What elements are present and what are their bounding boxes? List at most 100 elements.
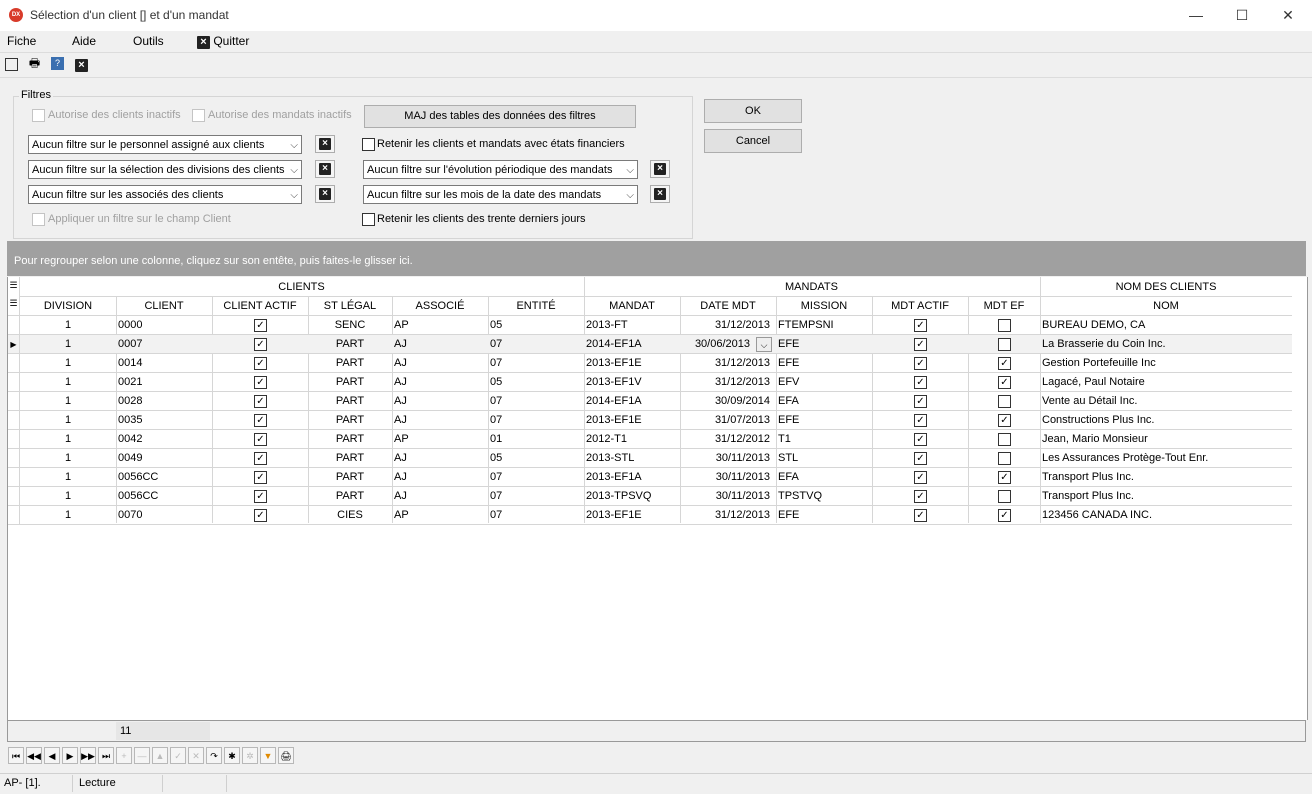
cell-division[interactable]: 1: [22, 392, 114, 411]
client-actif-checkbox[interactable]: ✓: [254, 452, 267, 465]
cell-client[interactable]: 0042: [118, 430, 210, 449]
clear-month-filter-button[interactable]: ×: [650, 185, 670, 203]
row-indicator[interactable]: [8, 449, 20, 468]
mdt-actif-checkbox[interactable]: ✓: [914, 509, 927, 522]
maximize-button[interactable]: ☐: [1219, 0, 1265, 31]
table-row[interactable]: 1 0056CC ✓ PART AJ 07 2013-EF1A 30/11/2013 EFA ✓ ✓…: [8, 468, 1292, 487]
cell-date-mdt[interactable]: 30/11/2013: [682, 487, 774, 506]
mdt-ef-checkbox[interactable]: ✓: [998, 471, 1011, 484]
nav-filter-button[interactable]: ▼: [260, 747, 276, 764]
client-actif-checkbox[interactable]: ✓: [254, 376, 267, 389]
column-header-division[interactable]: DIVISION: [20, 300, 116, 312]
retain-last-30-days-checkbox[interactable]: [362, 213, 375, 226]
mdt-ef-checkbox[interactable]: [998, 452, 1011, 465]
table-row[interactable]: 1 0070 ✓ CIES AP 07 2013-EF1E 31/12/2013 EFE ✓ ✓ 12…: [8, 506, 1292, 525]
column-header-mdt-ef[interactable]: MDT EF: [968, 300, 1040, 312]
table-row[interactable]: 1 0014 ✓ PART AJ 07 2013-EF1E 31/12/2013 EFE ✓ ✓ Ge…: [8, 354, 1292, 373]
column-header-mandat[interactable]: MANDAT: [584, 300, 680, 312]
mdt-actif-checkbox[interactable]: ✓: [914, 338, 927, 351]
cell-division[interactable]: 1: [22, 335, 114, 354]
cell-client[interactable]: 0056CC: [118, 487, 210, 506]
division-filter-dropdown[interactable]: Aucun filtre sur la sélection des divisi…: [28, 160, 302, 179]
cell-division[interactable]: 1: [22, 468, 114, 487]
table-row[interactable]: 1 0056CC ✓ PART AJ 07 2013-TPSVQ 30/11/2013 TPST…: [8, 487, 1292, 506]
cell-entite[interactable]: 05: [490, 316, 582, 335]
nav-goto-bookmark-button[interactable]: ✲: [242, 747, 258, 764]
row-indicator[interactable]: [8, 354, 20, 373]
cell-date-mdt[interactable]: 31/12/2013: [682, 506, 774, 525]
nav-cancel-button[interactable]: ✕: [188, 747, 204, 764]
cell-st-legal[interactable]: CIES: [310, 506, 390, 525]
column-header-associe[interactable]: ASSOCIÉ: [392, 300, 488, 312]
cell-division[interactable]: 1: [22, 430, 114, 449]
clear-division-filter-button[interactable]: ×: [315, 160, 335, 178]
cell-entite[interactable]: 05: [490, 373, 582, 392]
mdt-actif-checkbox[interactable]: ✓: [914, 357, 927, 370]
client-actif-checkbox[interactable]: ✓: [254, 357, 267, 370]
cell-nom[interactable]: Transport Plus Inc.: [1042, 487, 1290, 506]
nav-prev-record-button[interactable]: ◀: [44, 747, 60, 764]
cell-mission[interactable]: FTEMPSNI: [778, 316, 870, 335]
cell-nom[interactable]: Transport Plus Inc.: [1042, 468, 1290, 487]
apply-client-field-filter-checkbox[interactable]: [32, 213, 45, 226]
table-row[interactable]: 1 0028 ✓ PART AJ 07 2014-EF1A 30/09/2014 EFA ✓ Ven…: [8, 392, 1292, 411]
mdt-ef-checkbox[interactable]: [998, 338, 1011, 351]
band-mandats[interactable]: MANDATS: [584, 281, 1039, 293]
cell-mandat[interactable]: 2013-EF1E: [586, 354, 678, 373]
cell-entite[interactable]: 07: [490, 487, 582, 506]
cell-st-legal[interactable]: PART: [310, 487, 390, 506]
current-row-indicator-icon[interactable]: ▶: [8, 335, 20, 354]
retain-financial-states-checkbox[interactable]: [362, 138, 375, 151]
cell-st-legal[interactable]: PART: [310, 392, 390, 411]
cell-nom[interactable]: La Brasserie du Coin Inc.: [1042, 335, 1290, 354]
clear-associates-filter-button[interactable]: ×: [315, 185, 335, 203]
cell-client[interactable]: 0028: [118, 392, 210, 411]
menu-fiche[interactable]: Fiche: [7, 34, 36, 48]
cell-associe[interactable]: AJ: [394, 449, 486, 468]
clear-staff-filter-button[interactable]: ×: [315, 135, 335, 153]
nav-insert-button[interactable]: +: [116, 747, 132, 764]
client-actif-checkbox[interactable]: ✓: [254, 338, 267, 351]
mdt-actif-checkbox[interactable]: ✓: [914, 395, 927, 408]
cell-nom[interactable]: Constructions Plus Inc.: [1042, 411, 1290, 430]
cell-associe[interactable]: AJ: [394, 487, 486, 506]
cell-mandat[interactable]: 2013-EF1V: [586, 373, 678, 392]
row-indicator[interactable]: [8, 392, 20, 411]
cell-date-mdt[interactable]: 31/12/2013: [682, 316, 774, 335]
cell-st-legal[interactable]: PART: [310, 373, 390, 392]
client-actif-checkbox[interactable]: ✓: [254, 433, 267, 446]
column-chooser-icon[interactable]: ☰: [8, 298, 19, 308]
cell-date-mdt[interactable]: 31/12/2013: [682, 354, 774, 373]
cell-nom[interactable]: Gestion Portefeuille Inc: [1042, 354, 1290, 373]
mdt-ef-checkbox[interactable]: [998, 319, 1011, 332]
allow-inactive-mandates-checkbox[interactable]: [192, 109, 205, 122]
allow-inactive-clients-checkbox[interactable]: [32, 109, 45, 122]
cell-mission[interactable]: EFE: [778, 335, 870, 354]
cell-entite[interactable]: 07: [490, 468, 582, 487]
cell-nom[interactable]: Vente au Détail Inc.: [1042, 392, 1290, 411]
column-header-client-actif[interactable]: CLIENT ACTIF: [212, 300, 308, 312]
cell-division[interactable]: 1: [22, 411, 114, 430]
column-header-entite[interactable]: ENTITÉ: [488, 300, 584, 312]
cell-st-legal[interactable]: PART: [310, 430, 390, 449]
cell-nom[interactable]: 123456 CANADA INC.: [1042, 506, 1290, 525]
column-header-mdt-actif[interactable]: MDT ACTIF: [872, 300, 968, 312]
cell-client[interactable]: 0021: [118, 373, 210, 392]
cell-division[interactable]: 1: [22, 487, 114, 506]
cell-mission[interactable]: EFV: [778, 373, 870, 392]
cell-st-legal[interactable]: SENC: [310, 316, 390, 335]
cell-entite[interactable]: 07: [490, 335, 582, 354]
nav-post-button[interactable]: ✓: [170, 747, 186, 764]
cell-division[interactable]: 1: [22, 449, 114, 468]
cell-st-legal[interactable]: PART: [310, 449, 390, 468]
nav-next-record-button[interactable]: ▶: [62, 747, 78, 764]
nav-next-page-button[interactable]: ▶▶: [80, 747, 96, 764]
cell-client[interactable]: 0035: [118, 411, 210, 430]
cell-entite[interactable]: 07: [490, 392, 582, 411]
cell-associe[interactable]: AJ: [394, 373, 486, 392]
cell-date-mdt[interactable]: 30/11/2013: [682, 468, 774, 487]
column-header-client[interactable]: CLIENT: [116, 300, 212, 312]
cell-associe[interactable]: AP: [394, 316, 486, 335]
cell-mandat[interactable]: 2013-TPSVQ: [586, 487, 678, 506]
cell-mission[interactable]: EFA: [778, 468, 870, 487]
